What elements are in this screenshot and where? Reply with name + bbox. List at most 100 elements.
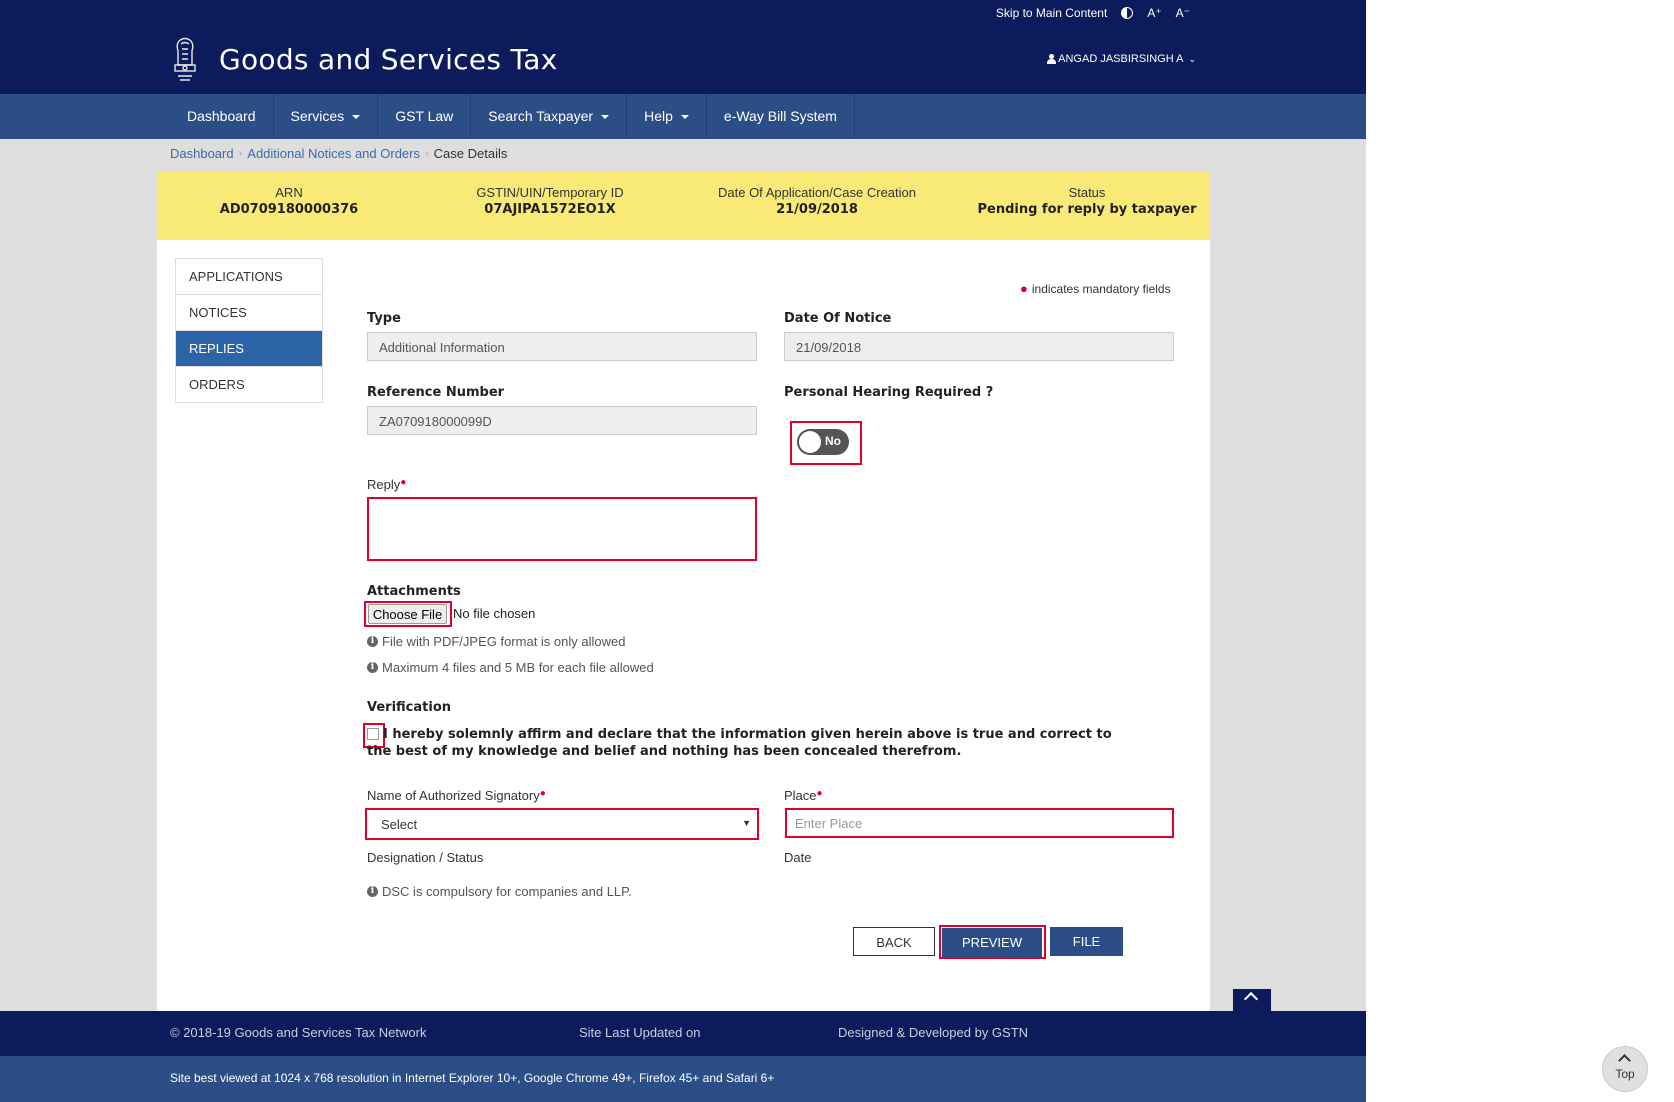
attachments-label: Attachments (367, 584, 461, 599)
user-menu[interactable]: ANGAD JASBIRSINGH A ⌄ (1047, 53, 1196, 65)
back-to-top-label: Top (1615, 1067, 1635, 1081)
place-label: Place● (784, 788, 823, 803)
file-format-note-text: File with PDF/JPEG format is only allowe… (382, 634, 626, 649)
sidenav-applications[interactable]: APPLICATIONS (176, 259, 322, 295)
caret-down-icon (601, 114, 610, 119)
contrast-icon[interactable] (1121, 7, 1134, 19)
case-date-label: Date Of Application/Case Creation (718, 185, 916, 200)
chevron-down-icon: ⌄ (1188, 53, 1196, 64)
nav-services[interactable]: Services (274, 94, 379, 139)
case-sidenav: APPLICATIONS NOTICES REPLIES ORDERS (175, 258, 323, 403)
file-format-note: i File with PDF/JPEG format is only allo… (367, 634, 625, 649)
arn-value: AD0709180000376 (219, 202, 359, 217)
required-dot-icon: ● (1020, 281, 1028, 296)
breadcrumb-separator: › (424, 147, 429, 160)
main-nav: Dashboard Services GST Law Search Taxpay… (0, 94, 1366, 140)
breadcrumb-current: Case Details (433, 146, 508, 161)
required-dot-icon: ● (816, 788, 823, 799)
no-file-text: No file chosen (453, 606, 536, 621)
signatory-select-value: Select (381, 817, 418, 832)
arn-label: ARN (275, 185, 303, 200)
verification-text: I hereby solemnly affirm and declare tha… (367, 727, 1112, 759)
breadcrumb: Dashboard › Additional Notices and Order… (170, 146, 507, 161)
nav-gst-law[interactable]: GST Law (378, 94, 472, 139)
sidenav-notices[interactable]: NOTICES (176, 295, 322, 331)
status-block: Status Pending for reply by taxpayer (967, 185, 1207, 217)
reply-label: Reply● (367, 477, 406, 492)
nav-search-taxpayer[interactable]: Search Taxpayer (471, 94, 628, 139)
reference-number-label: Reference Number (367, 385, 505, 400)
type-label: Type (367, 311, 401, 326)
chevron-up-icon (1243, 991, 1259, 1007)
arn-block: ARN AD0709180000376 (219, 185, 359, 217)
breadcrumb-dashboard[interactable]: Dashboard (170, 146, 234, 161)
signatory-label-text: Name of Authorized Signatory (367, 788, 540, 803)
nav-help[interactable]: Help (627, 94, 707, 139)
caret-down-icon: ▼ (742, 818, 751, 828)
back-to-top-button[interactable]: Top (1602, 1046, 1648, 1092)
nav-services-label: Services (290, 108, 345, 124)
reply-textarea[interactable] (367, 497, 757, 561)
personal-hearing-toggle[interactable]: No (797, 429, 849, 455)
footer-best-viewed: Site best viewed at 1024 x 768 resolutio… (170, 1071, 775, 1085)
place-input[interactable]: Enter Place (785, 808, 1174, 838)
font-increase-button[interactable]: A⁺ (1147, 6, 1161, 20)
place-placeholder: Enter Place (795, 816, 863, 831)
site-title[interactable]: Goods and Services Tax (219, 43, 558, 76)
nav-gst-law-label: GST Law (395, 108, 454, 124)
preview-button[interactable]: PREVIEW (942, 928, 1042, 957)
nav-dashboard-label: Dashboard (187, 108, 256, 124)
file-size-note-text: Maximum 4 files and 5 MB for each file a… (382, 660, 654, 675)
date-of-notice-label: Date Of Notice (784, 311, 892, 326)
nav-eway-bill-label: e-Way Bill System (723, 108, 837, 124)
national-emblem-icon (174, 37, 196, 81)
choose-file-button[interactable]: Choose File (368, 604, 447, 624)
breadcrumb-notices[interactable]: Additional Notices and Orders (247, 146, 420, 161)
site-header: Goods and Services Tax ANGAD JASBIRSINGH… (0, 27, 1366, 94)
footer-updated: Site Last Updated on (579, 1025, 701, 1040)
date-label: Date (784, 850, 812, 865)
breadcrumb-separator: › (238, 147, 243, 160)
status-value: Pending for reply by taxpayer (977, 202, 1197, 217)
toggle-knob (799, 431, 821, 453)
info-icon: i (367, 886, 378, 897)
chevron-up-icon (1618, 1054, 1631, 1067)
designation-label: Designation / Status (367, 850, 484, 865)
dsc-note-text: DSC is compulsory for companies and LLP. (382, 884, 632, 899)
footer-copyright: © 2018-19 Goods and Services Tax Network (170, 1025, 427, 1040)
verification-label: Verification (367, 700, 452, 715)
gstin-label: GSTIN/UIN/Temporary ID (476, 185, 624, 200)
mandatory-note: ● indicates mandatory fields (1020, 281, 1171, 296)
caret-down-icon (352, 114, 361, 119)
nav-eway-bill[interactable]: e-Way Bill System (707, 94, 855, 139)
info-icon: i (367, 662, 378, 673)
signatory-select[interactable]: Select ▼ (365, 808, 759, 840)
file-button[interactable]: FILE (1050, 927, 1123, 956)
nav-help-label: Help (644, 108, 673, 124)
scroll-up-tab[interactable] (1233, 989, 1271, 1011)
nav-dashboard[interactable]: Dashboard (170, 94, 274, 139)
required-dot-icon: ● (539, 788, 546, 799)
place-label-text: Place (784, 788, 817, 803)
sidenav-replies[interactable]: REPLIES (176, 331, 322, 367)
signatory-label: Name of Authorized Signatory● (367, 788, 546, 803)
info-icon: i (367, 636, 378, 647)
toggle-label: No (825, 434, 841, 448)
skip-to-main-link[interactable]: Skip to Main Content (996, 6, 1107, 20)
type-field[interactable]: Additional Information (367, 332, 757, 361)
caret-down-icon (680, 114, 689, 119)
required-dot-icon: ● (400, 477, 407, 488)
right-blank-area (1366, 0, 1674, 1102)
user-name: ANGAD JASBIRSINGH A (1058, 53, 1184, 65)
back-button[interactable]: BACK (853, 927, 935, 956)
file-size-note: i Maximum 4 files and 5 MB for each file… (367, 660, 654, 675)
user-icon (1047, 54, 1057, 64)
dsc-note: i DSC is compulsory for companies and LL… (367, 884, 632, 899)
reference-number-field[interactable]: ZA070918000099D (367, 406, 757, 435)
date-of-notice-field[interactable]: 21/09/2018 (784, 332, 1174, 361)
sidenav-orders[interactable]: ORDERS (176, 367, 322, 402)
font-decrease-button[interactable]: A⁻ (1176, 6, 1190, 20)
gstin-value: 07AJIPA1572EO1X (484, 202, 616, 217)
case-date-value: 21/09/2018 (776, 202, 858, 217)
footer-designed: Designed & Developed by GSTN (838, 1025, 1029, 1040)
